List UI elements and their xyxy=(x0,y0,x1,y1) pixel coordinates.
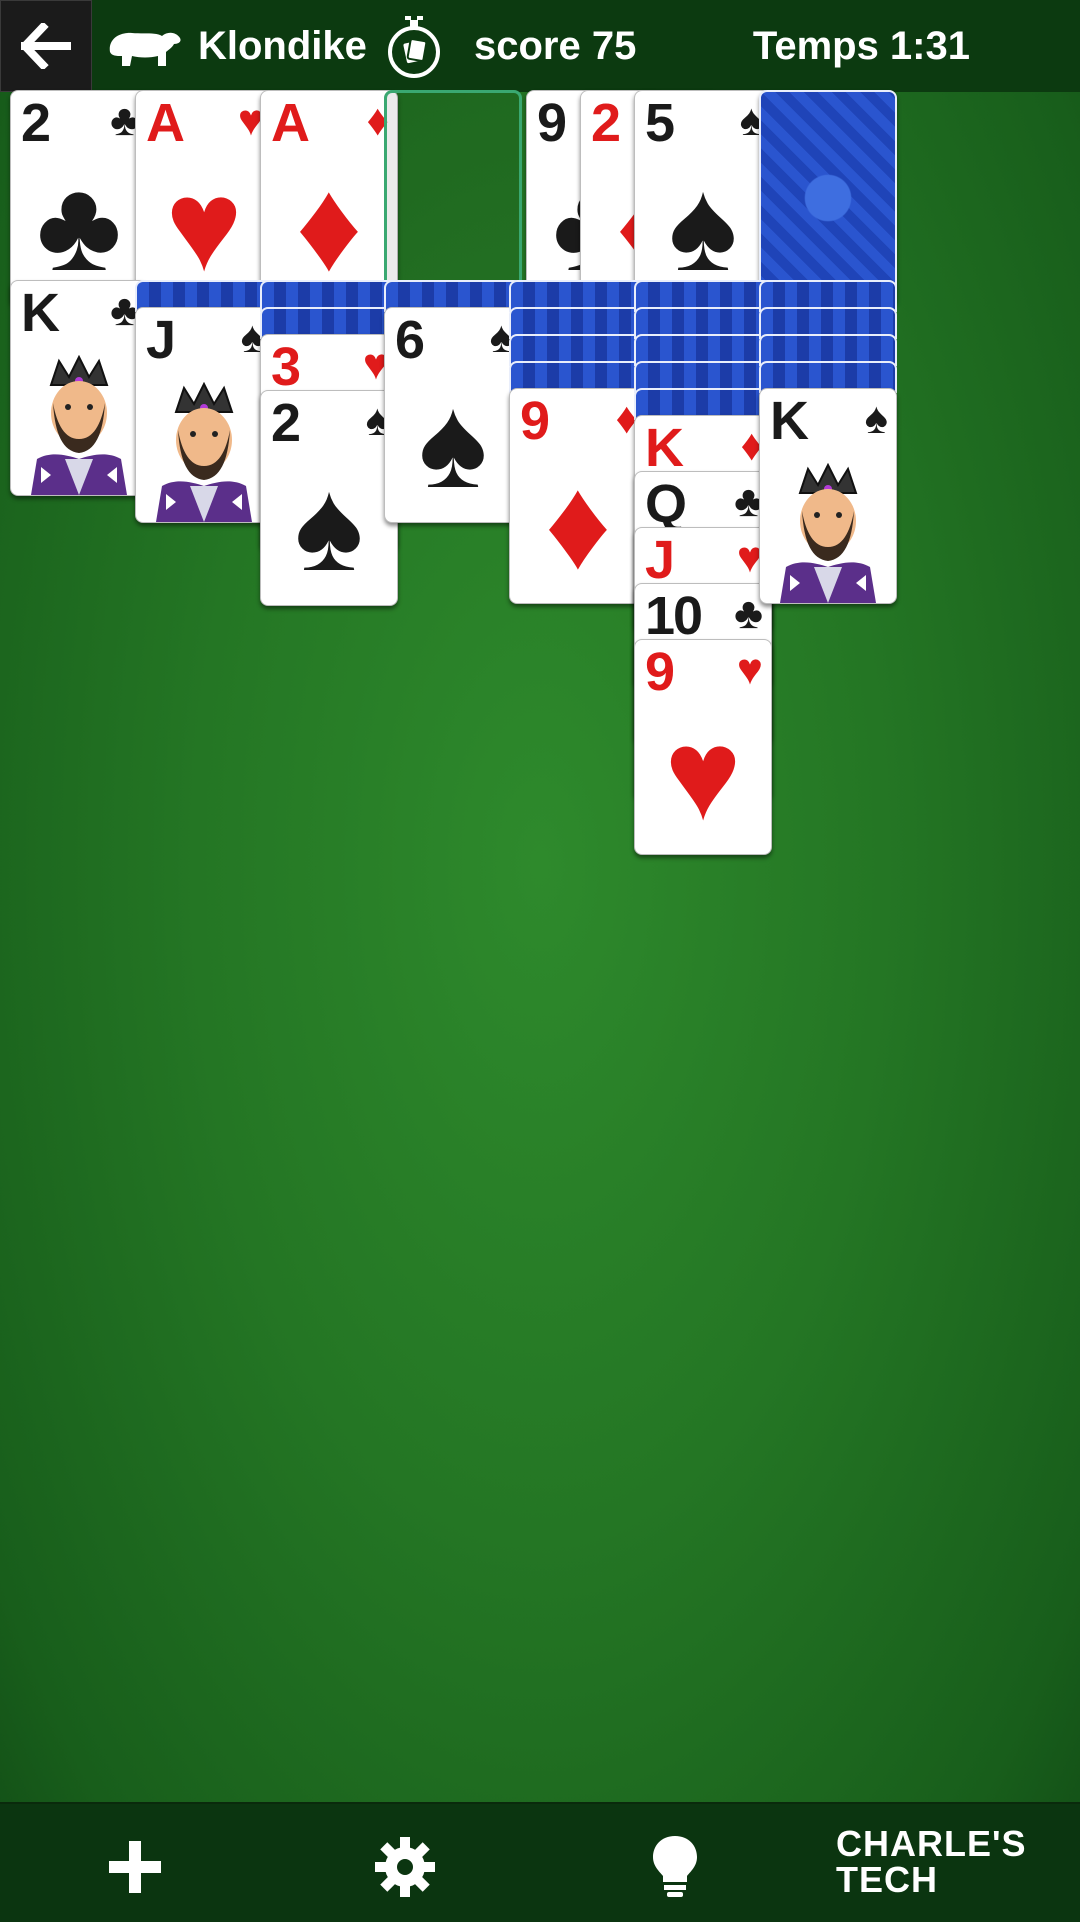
card-center-suit-icon: ♣ xyxy=(36,152,122,298)
card-rank: A xyxy=(146,93,185,153)
card-rank: 9 xyxy=(537,93,567,153)
card-center-suit-icon: ♥ xyxy=(165,152,243,298)
bottom-toolbar: CHARLE'S TECH xyxy=(0,1802,1080,1922)
card-suit-icon: ♠ xyxy=(864,394,888,443)
face-card-portrait xyxy=(11,354,147,495)
tableau-card[interactable]: K ♠ xyxy=(759,388,897,604)
settings-button[interactable] xyxy=(370,1832,440,1902)
lightbulb-icon xyxy=(653,1836,697,1897)
face-card-portrait xyxy=(760,462,896,603)
new-game-button[interactable] xyxy=(100,1832,170,1902)
empty-foundation-slot[interactable] xyxy=(384,90,522,306)
card-rank: K xyxy=(645,418,684,478)
card-center-suit-icon: ♠ xyxy=(668,152,738,298)
tableau-card[interactable]: 9 ♥ ♥ xyxy=(634,639,772,855)
card-center-suit-icon: ♦ xyxy=(295,152,363,298)
card-rank: J xyxy=(645,530,675,590)
hint-button[interactable] xyxy=(640,1832,710,1902)
top-bar: Klondike score 75 Temps 1:31 xyxy=(0,0,1080,92)
card-rank: 9 xyxy=(645,642,675,702)
foundation-card[interactable]: 2 ♣ ♣ xyxy=(10,90,148,306)
gear-icon xyxy=(375,1837,435,1897)
game-mode-title: Klondike xyxy=(198,24,367,68)
foundation-card[interactable]: A ♥ ♥ xyxy=(135,90,273,306)
score-display: score 75 xyxy=(474,24,637,68)
card-suit-icon: ♥ xyxy=(736,645,763,694)
foundation-card[interactable]: A ♦ ♦ xyxy=(260,90,398,306)
back-button[interactable] xyxy=(0,0,92,92)
card-rank: A xyxy=(271,93,310,153)
waste-card[interactable]: 5 ♠ ♠ xyxy=(634,90,772,306)
card-center-suit-icon: ♠ xyxy=(418,369,488,515)
tableau-card[interactable]: 6 ♠ ♠ xyxy=(384,307,522,523)
stock-pile[interactable] xyxy=(759,90,897,306)
back-arrow-icon xyxy=(21,23,71,69)
card-rank: 10 xyxy=(645,586,703,646)
card-rank: J xyxy=(146,310,176,370)
card-rank: 5 xyxy=(645,93,675,153)
card-rank: Q xyxy=(645,474,687,534)
card-rank: 3 xyxy=(271,337,301,397)
card-center-suit-icon: ♠ xyxy=(294,452,364,598)
watermark-line1: CHARLE'S xyxy=(836,1823,1027,1864)
tableau-card[interactable]: J ♠ xyxy=(135,307,273,523)
card-rank: 6 xyxy=(395,310,425,370)
face-card-portrait xyxy=(136,381,272,522)
stopwatch-icon xyxy=(388,16,440,78)
tableau-card[interactable]: K ♣ xyxy=(10,280,148,496)
timer-display: Temps 1:31 xyxy=(752,24,970,68)
card-rank: K xyxy=(770,391,809,451)
polar-bear-icon xyxy=(109,32,181,66)
card-rank: K xyxy=(21,283,60,343)
tableau-card[interactable]: 9 ♦ ♦ xyxy=(509,388,647,604)
card-rank: 2 xyxy=(271,393,301,453)
watermark-line2: TECH xyxy=(836,1859,938,1900)
plus-icon xyxy=(109,1841,161,1893)
card-center-suit-icon: ♥ xyxy=(664,701,742,847)
card-rank: 9 xyxy=(520,391,550,451)
card-center-suit-icon: ♦ xyxy=(544,450,612,596)
card-rank: 2 xyxy=(21,93,51,153)
tableau-card[interactable]: 2 ♠ ♠ xyxy=(260,390,398,606)
watermark: CHARLE'S TECH xyxy=(836,1826,1027,1898)
card-rank: 2 xyxy=(591,93,621,153)
